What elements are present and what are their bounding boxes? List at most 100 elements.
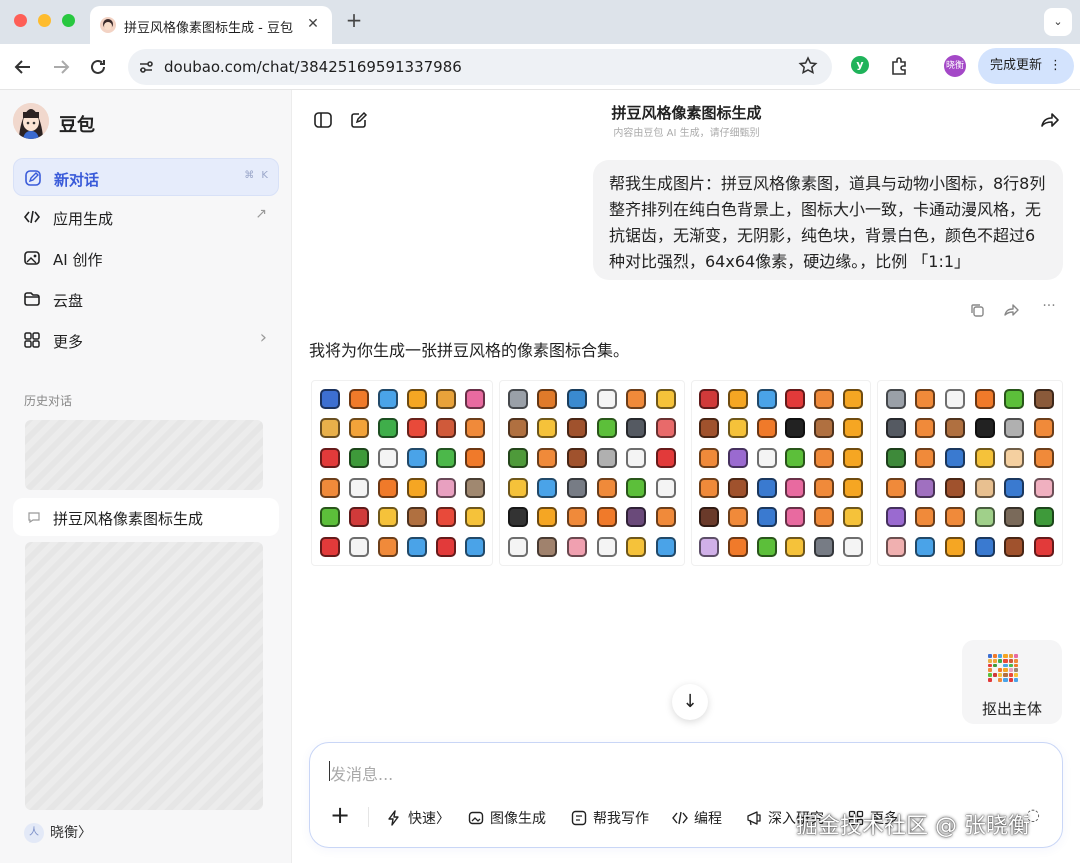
new-tab-button[interactable]: + [344,10,364,31]
coding-button[interactable]: 编程 [672,808,722,828]
tab-strip: 拼豆风格像素图标生成 - 豆包 ✕ + ⌄ [0,0,1080,44]
pixel-icon [1001,533,1029,561]
pixel-icon [811,444,838,472]
sidebar-item-new-chat[interactable]: 新对话 ⌘ K [13,158,279,196]
thumbnail-pixel [993,658,998,663]
pixel-icon [652,533,680,561]
image-gen-button[interactable]: 图像生成 [468,808,546,828]
sidebar-item-app-builder[interactable]: 应用生成 ↗ [13,198,279,236]
sidebar-item-label: 更多 [53,333,84,351]
pixel-icon [941,415,969,443]
message-input[interactable]: 发消息... [330,761,393,785]
pixel-icon [839,444,866,472]
chevron-right-icon: › [259,327,267,348]
pixel-icon [563,504,591,532]
profile-avatar[interactable]: 晓衡 [944,55,966,77]
extract-subject-button[interactable]: 抠出主体 [962,640,1062,724]
update-button[interactable]: 完成更新 ⋮ [978,48,1074,84]
tab-close-icon[interactable]: ✕ [304,15,322,33]
copy-icon[interactable] [969,302,985,318]
share-icon[interactable] [1040,110,1060,130]
tool-label: 帮我写作 [593,811,649,827]
code-icon [23,208,41,226]
thumbnail-pixel [1013,673,1018,678]
thumbnail-pixel [993,654,998,658]
pixel-icon [345,474,372,502]
pixel-icon [782,415,809,443]
sidebar-item-more[interactable]: 更多 › [13,321,279,359]
pixel-icon [623,385,651,413]
zoom-window-button[interactable] [62,14,75,27]
url-text[interactable]: doubao.com/chat/38425169591337986 [164,58,462,76]
sidebar-item-ai-create[interactable]: AI 创作 [13,239,279,277]
puzzle-icon[interactable] [888,55,910,77]
pixel-icon [345,385,372,413]
user-menu[interactable]: 人晓衡〉 [24,822,92,843]
pixel-icon [403,533,430,561]
pixel-icon [432,415,459,443]
tool-label: 编程 [694,811,722,827]
writing-button[interactable]: 帮我写作 [571,808,649,828]
pixel-icon [432,533,459,561]
pixel-icon [345,504,372,532]
external-link-icon: ↗ [255,206,267,222]
pixel-icon [374,385,401,413]
pixel-icon [782,385,809,413]
pixel-icon [1030,415,1058,443]
tab-search-button[interactable]: ⌄ [1044,8,1072,36]
pixel-icon [782,533,809,561]
generated-image-1[interactable] [311,380,493,566]
forward-icon[interactable] [49,55,73,79]
address-bar[interactable]: doubao.com/chat/38425169591337986 [128,49,832,85]
generated-image-4[interactable] [877,380,1063,566]
browser-tab[interactable]: 拼豆风格像素图标生成 - 豆包 ✕ [90,6,332,44]
thumbnail-pixel [993,668,998,673]
pixel-icon [504,504,532,532]
attach-button[interactable]: + [330,803,350,827]
quick-mode-button[interactable]: 快速〉 [386,808,450,828]
generated-image-3[interactable] [691,380,871,566]
avatar[interactable] [13,103,49,139]
scroll-down-button[interactable]: ↓ [672,684,708,720]
sidebar-item-cloud-drive[interactable]: 云盘 [13,280,279,318]
pixel-icon [432,504,459,532]
extension-icon[interactable]: y [851,56,869,74]
site-info-icon[interactable] [137,58,155,76]
star-icon[interactable] [798,56,818,76]
pixel-icon [563,474,591,502]
thumbnail-pixel [988,663,993,668]
back-icon[interactable] [11,55,35,79]
pixel-icon [593,504,621,532]
thumbnail-pixel [993,678,998,682]
pixel-icon [1030,385,1058,413]
pixel-icon [811,415,838,443]
minimize-window-button[interactable] [38,14,51,27]
pixel-icon [374,415,401,443]
pixel-icon [345,533,372,561]
pixel-icon [753,533,780,561]
pixel-icon [1030,444,1058,472]
pixel-icon [882,415,910,443]
sidebar-item-label: 应用生成 [53,210,114,228]
grid-icon [23,331,41,349]
pixel-icon [696,474,723,502]
pixel-icon [403,385,430,413]
pixel-icon [882,533,910,561]
pixel-icon [725,444,752,472]
ai-disclaimer: 内容由豆包 AI 生成，请仔细甄别 [613,128,760,139]
history-item-active[interactable]: 拼豆风格像素图标生成 [13,498,279,536]
pixel-icon [971,533,999,561]
pixel-icon [593,444,621,472]
more-icon[interactable]: ··· [1041,298,1057,314]
reload-icon[interactable] [86,55,110,79]
more-vert-icon: ⋮ [1049,58,1062,73]
thumbnail-pixel [993,673,998,678]
pixel-icon [971,415,999,443]
close-window-button[interactable] [14,14,27,27]
thumbnail-pixel [988,668,993,673]
pixel-icon [345,444,372,472]
share-icon[interactable] [1004,302,1020,318]
pixel-icon [593,474,621,502]
generated-image-2[interactable] [499,380,685,566]
thumbnail-pixel [1013,668,1018,673]
